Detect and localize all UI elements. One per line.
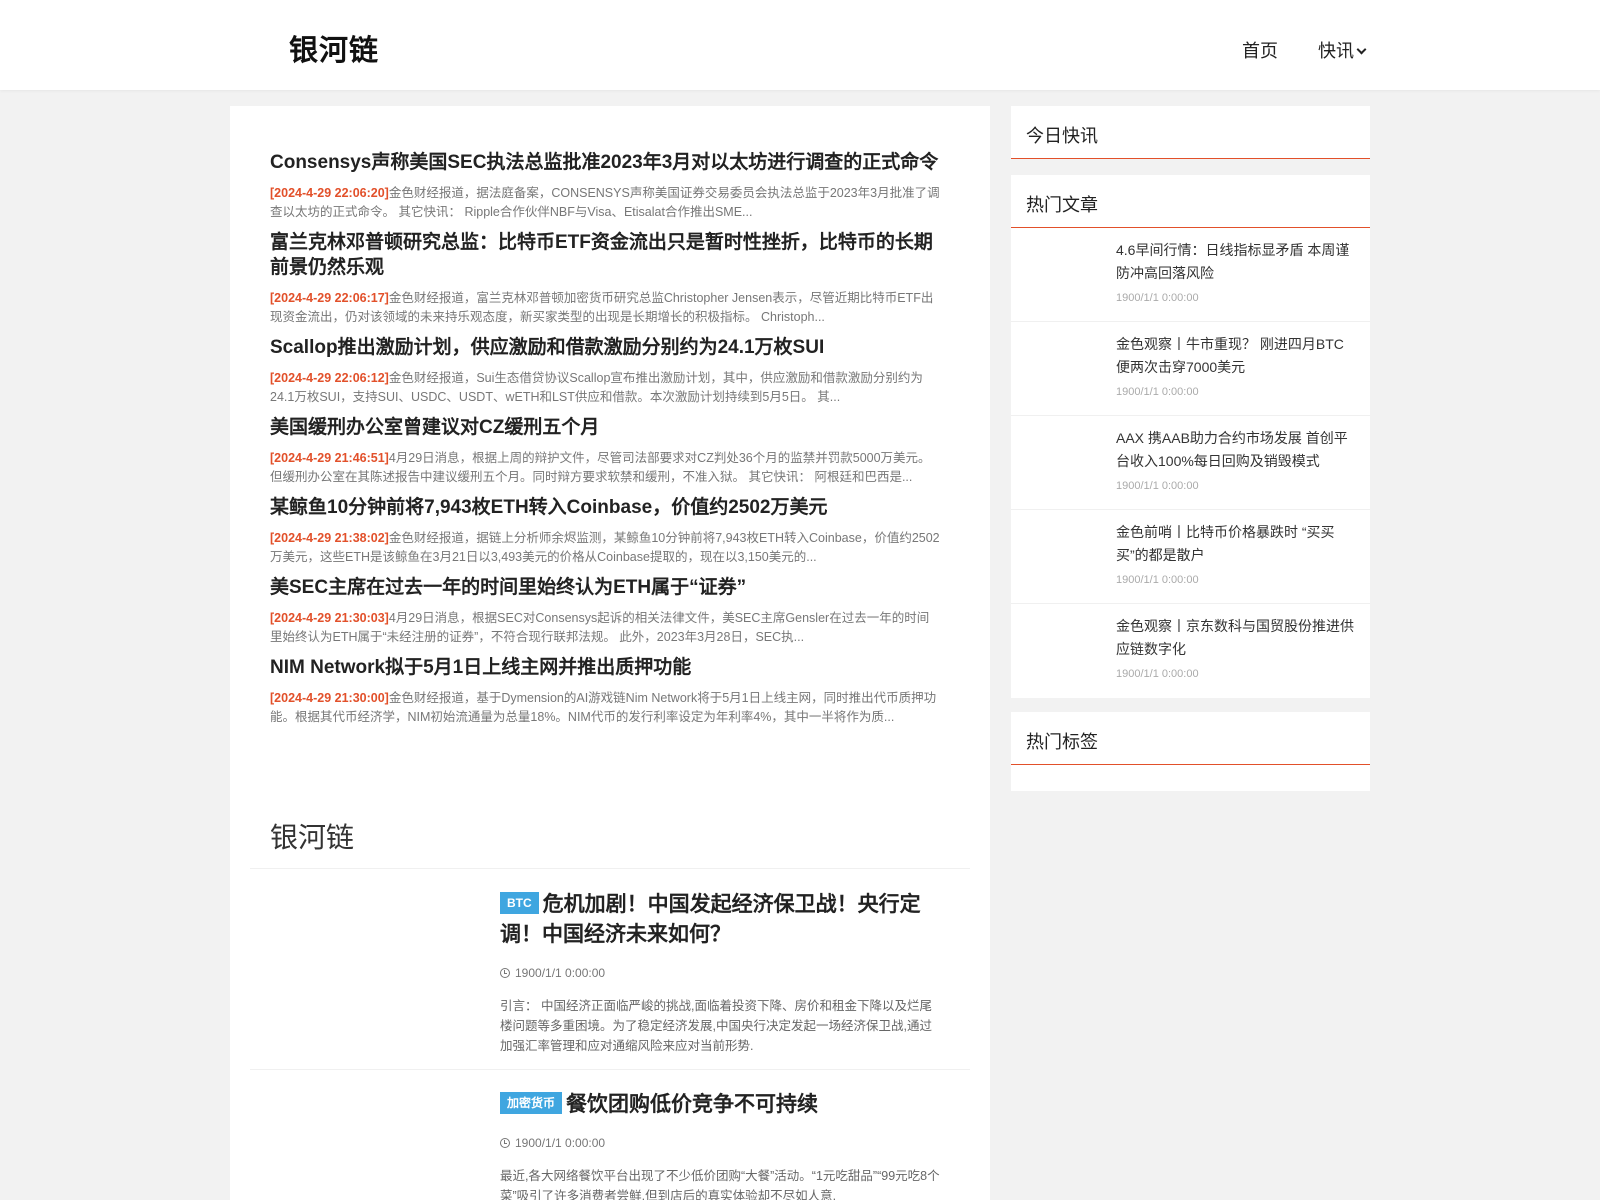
article-title[interactable]: 加密货币 餐饮团购低价竞争不可持续 — [500, 1090, 940, 1120]
site-logo[interactable]: 银河链 — [289, 27, 379, 69]
article-excerpt: 引言： 中国经济正面临严峻的挑战,面临着投资下降、房价和租金下降以及烂尾楼问题等… — [500, 999, 932, 1053]
flash-item: Scallop推出激励计划，供应激励和借款激励分别约为24.1万枚SUI [20… — [270, 335, 940, 407]
hot-article-title[interactable]: 金色观察丨牛市重现？ 刚进四月BTC便两次击穿7000美元 — [1116, 333, 1356, 379]
hot-articles-widget: 热门文章 4.6早间行情：日线指标显矛盾 本周谨防冲高回落风险 1900/1/1… — [1011, 175, 1370, 698]
flash-item: 富兰克林邓普顿研究总监：比特币ETF资金流出只是暂时性挫折，比特币的长期前景仍然… — [270, 230, 940, 327]
flash-title[interactable]: Scallop推出激励计划，供应激励和借款激励分别约为24.1万枚SUI — [270, 335, 940, 360]
hot-article-item[interactable]: 金色观察丨京东数科与国贸股份推进供应链数字化 1900/1/1 0:00:00 — [1011, 604, 1370, 698]
hot-article-date: 1900/1/1 0:00:00 — [1116, 668, 1199, 680]
flash-time: [2024-4-29 21:38:02] — [270, 531, 389, 545]
widget-title: 热门文章 — [1011, 175, 1370, 228]
clock-icon — [500, 968, 510, 978]
flash-time: [2024-4-29 21:46:51] — [270, 451, 389, 465]
flash-item: 美国缓刑办公室曾建议对CZ缓刑五个月 [2024-4-29 21:46:51]4… — [270, 415, 940, 487]
flash-title[interactable]: Consensys声称美国SEC执法总监批准2023年3月对以太坊进行调查的正式… — [270, 150, 940, 175]
flash-item: NIM Network拟于5月1日上线主网并推出质押功能 [2024-4-29 … — [270, 655, 940, 727]
widget-title: 热门标签 — [1011, 712, 1370, 765]
flash-desc: [2024-4-29 22:06:20]金色财经报道，据法庭备案，CONSENS… — [270, 184, 940, 222]
hot-article-title[interactable]: 金色观察丨京东数科与国贸股份推进供应链数字化 — [1116, 615, 1356, 661]
category-tag[interactable]: 加密货币 — [500, 1092, 563, 1114]
article-title-text: 餐饮团购低价竞争不可持续 — [566, 1093, 819, 1116]
hot-article-date: 1900/1/1 0:00:00 — [1116, 574, 1199, 586]
article-excerpt: 最近,各大网络餐饮平台出现了不少低价团购“大餐”活动。“1元吃甜品”“99元吃8… — [500, 1169, 940, 1200]
flash-title[interactable]: 某鲸鱼10分钟前将7,943枚ETH转入Coinbase，价值约2502万美元 — [270, 495, 940, 520]
article-date: 1900/1/1 0:00:00 — [500, 1136, 940, 1150]
article-body: BTC 危机加剧！中国发起经济保卫战！央行定调！中国经济未来如何？ 1900/1/… — [500, 890, 940, 1056]
nav-flash-dropdown[interactable]: 快讯 — [1318, 37, 1367, 63]
hot-article-date: 1900/1/1 0:00:00 — [1116, 386, 1199, 398]
article-body: 加密货币 餐饮团购低价竞争不可持续 1900/1/1 0:00:00 最近,各大网… — [500, 1090, 940, 1200]
nav-flash-label: 快讯 — [1318, 41, 1354, 61]
flash-desc: [2024-4-29 21:46:51]4月29日消息，根据上周的辩护文件，尽管… — [270, 449, 940, 487]
hot-article-item[interactable]: 金色前哨丨比特币价格暴跌时 “买买买”的都是散户 1900/1/1 0:00:0… — [1011, 510, 1370, 604]
hot-article-item[interactable]: 金色观察丨牛市重现？ 刚进四月BTC便两次击穿7000美元 1900/1/1 0… — [1011, 322, 1370, 416]
flash-desc: [2024-4-29 22:06:17]金色财经报道，富兰克林邓普顿加密货币研究… — [270, 289, 940, 327]
clock-icon — [500, 1138, 510, 1148]
hot-article-thumbnail[interactable] — [1026, 525, 1101, 589]
flash-news-list: Consensys声称美国SEC执法总监批准2023年3月对以太坊进行调查的正式… — [270, 150, 940, 735]
flash-item: Consensys声称美国SEC执法总监批准2023年3月对以太坊进行调查的正式… — [270, 150, 940, 222]
hot-article-thumbnail[interactable] — [1026, 431, 1101, 495]
article-date-text: 1900/1/1 0:00:00 — [515, 1136, 606, 1150]
flash-time: [2024-4-29 21:30:00] — [270, 691, 389, 705]
article-thumbnail[interactable] — [270, 890, 480, 1040]
article-date: 1900/1/1 0:00:00 — [500, 966, 940, 980]
flash-title[interactable]: NIM Network拟于5月1日上线主网并推出质押功能 — [270, 655, 940, 680]
flash-title[interactable]: 富兰克林邓普顿研究总监：比特币ETF资金流出只是暂时性挫折，比特币的长期前景仍然… — [270, 230, 940, 280]
flash-desc: [2024-4-29 22:06:12]金色财经报道，Sui生态借贷协议Scal… — [270, 369, 940, 407]
hot-article-title[interactable]: 金色前哨丨比特币价格暴跌时 “买买买”的都是散户 — [1116, 521, 1356, 567]
flash-time: [2024-4-29 21:30:03] — [270, 611, 389, 625]
flash-desc: [2024-4-29 21:30:03]4月29日消息，根据SEC对Consen… — [270, 609, 940, 647]
top-navbar: 银河链 首页 快讯 — [0, 0, 1600, 90]
hot-article-item[interactable]: 4.6早间行情：日线指标显矛盾 本周谨防冲高回落风险 1900/1/1 0:00… — [1011, 228, 1370, 322]
hot-article-thumbnail[interactable] — [1026, 619, 1101, 683]
divider — [250, 868, 970, 869]
article-title-text: 危机加剧！中国发起经济保卫战！央行定调！中国经济未来如何？ — [500, 893, 921, 946]
chevron-down-icon — [1356, 44, 1367, 55]
flash-time: [2024-4-29 22:06:17] — [270, 291, 389, 305]
article-title[interactable]: BTC 危机加剧！中国发起经济保卫战！央行定调！中国经济未来如何？ — [500, 890, 940, 950]
section-title: 银河链 — [270, 822, 355, 853]
flash-time: [2024-4-29 22:06:20] — [270, 186, 389, 200]
nav-home-link[interactable]: 首页 — [1242, 37, 1278, 63]
hot-article-thumbnail[interactable] — [1026, 337, 1101, 401]
hot-article-title[interactable]: AAX 携AAB助力合约市场发展 首创平台收入100%每日回购及销毁模式 — [1116, 427, 1356, 473]
hot-tags-widget: 热门标签 — [1011, 712, 1370, 791]
flash-desc: [2024-4-29 21:38:02]金色财经报道，据链上分析师余烬监测，某鲸… — [270, 529, 940, 567]
article-date-text: 1900/1/1 0:00:00 — [515, 966, 606, 980]
widget-title: 今日快讯 — [1011, 106, 1370, 159]
category-tag[interactable]: BTC — [500, 892, 539, 914]
flash-item: 美SEC主席在过去一年的时间里始终认为ETH属于“证券” [2024-4-29 … — [270, 575, 940, 647]
hot-article-item[interactable]: AAX 携AAB助力合约市场发展 首创平台收入100%每日回购及销毁模式 190… — [1011, 416, 1370, 510]
flash-desc: [2024-4-29 21:30:00]金色财经报道，基于Dymension的A… — [270, 689, 940, 727]
hot-article-date: 1900/1/1 0:00:00 — [1116, 480, 1199, 492]
flash-title[interactable]: 美SEC主席在过去一年的时间里始终认为ETH属于“证券” — [270, 575, 940, 600]
flash-time: [2024-4-29 22:06:12] — [270, 371, 389, 385]
divider — [250, 1069, 970, 1070]
main-content: Consensys声称美国SEC执法总监批准2023年3月对以太坊进行调查的正式… — [230, 106, 990, 1200]
hot-article-date: 1900/1/1 0:00:00 — [1116, 292, 1199, 304]
today-flash-widget: 今日快讯 — [1011, 106, 1370, 159]
article-thumbnail[interactable] — [270, 1090, 480, 1200]
flash-item: 某鲸鱼10分钟前将7,943枚ETH转入Coinbase，价值约2502万美元 … — [270, 495, 940, 567]
hot-article-title[interactable]: 4.6早间行情：日线指标显矛盾 本周谨防冲高回落风险 — [1116, 239, 1356, 285]
hot-article-thumbnail[interactable] — [1026, 243, 1101, 307]
flash-title[interactable]: 美国缓刑办公室曾建议对CZ缓刑五个月 — [270, 415, 940, 440]
